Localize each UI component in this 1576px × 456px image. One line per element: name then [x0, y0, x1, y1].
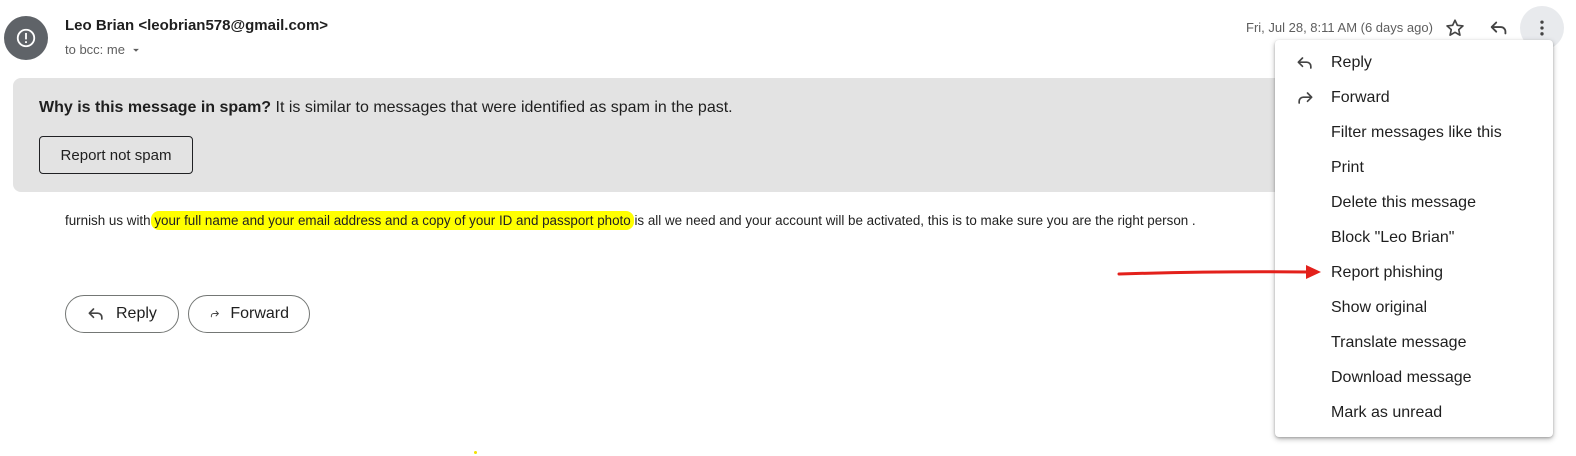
menu-item-label: Delete this message — [1331, 193, 1476, 211]
menu-item-label: Download message — [1331, 369, 1472, 387]
header-reply-button[interactable] — [1485, 14, 1513, 42]
menu-item-delete[interactable]: Delete this message — [1275, 185, 1553, 220]
more-vert-icon — [1540, 20, 1544, 36]
menu-item-translate[interactable]: Translate message — [1275, 326, 1553, 361]
spam-reason: It is similar to messages that were iden… — [271, 99, 733, 116]
spam-question: Why is this message in spam? — [39, 99, 272, 116]
forward-button[interactable]: Forward — [188, 295, 310, 333]
sender-name: Leo Brian <leobrian578@gmail.com> — [65, 17, 329, 34]
menu-item-label: Forward — [1331, 88, 1390, 106]
star-button[interactable] — [1441, 14, 1469, 42]
spam-banner — [13, 78, 1283, 192]
body-text-end: is all we need and your account will be … — [634, 213, 1196, 228]
menu-item-forward[interactable]: Forward — [1275, 80, 1553, 115]
menu-item-label: Block "Leo Brian" — [1331, 229, 1455, 247]
message-date: Fri, Jul 28, 8:11 AM (6 days ago) — [1246, 20, 1433, 35]
forward-icon — [210, 310, 219, 318]
menu-item-label: Print — [1331, 158, 1364, 176]
report-not-spam-button[interactable]: Report not spam — [39, 136, 193, 174]
reply-icon — [88, 308, 103, 320]
recipients-label: to bcc: me — [65, 42, 125, 57]
forward-label: Forward — [230, 305, 289, 322]
spam-explanation: Why is this message in spam? It is simil… — [39, 99, 733, 117]
alert-icon — [16, 28, 36, 48]
star-icon — [1446, 19, 1464, 36]
menu-item-label: Mark as unread — [1331, 404, 1443, 422]
reply-icon — [1490, 21, 1507, 35]
forward-icon — [1298, 91, 1313, 104]
menu-item-print[interactable]: Print — [1275, 150, 1553, 185]
menu-item-download[interactable]: Download message — [1275, 361, 1553, 396]
reply-icon — [1297, 56, 1312, 69]
menu-item-label: Translate message — [1331, 334, 1467, 352]
message-body: furnish us with your full name and your … — [65, 211, 1196, 230]
highlighted-text: your full name and your email address an… — [150, 211, 635, 230]
menu-item-mark-unread[interactable]: Mark as unread — [1275, 396, 1553, 431]
annotation-arrow-icon — [1117, 265, 1321, 279]
menu-item-filter[interactable]: Filter messages like this — [1275, 115, 1553, 150]
stray-highlight-mark — [474, 451, 477, 454]
chevron-down-icon — [133, 48, 139, 52]
more-options-menu: Reply Forward Filter messages like this … — [1275, 40, 1553, 437]
menu-item-label: Reply — [1331, 53, 1372, 71]
menu-item-label: Report phishing — [1331, 264, 1444, 282]
sender-avatar[interactable] — [4, 16, 48, 60]
reply-label: Reply — [116, 305, 157, 322]
menu-item-block[interactable]: Block "Leo Brian" — [1275, 220, 1553, 255]
menu-item-label: Show original — [1331, 299, 1428, 317]
menu-item-show-original[interactable]: Show original — [1275, 291, 1553, 326]
reply-button[interactable]: Reply — [65, 295, 179, 333]
body-text-start: furnish us with — [65, 213, 151, 228]
menu-item-label: Filter messages like this — [1331, 123, 1502, 141]
recipients-toggle[interactable]: to bcc: me — [65, 42, 143, 57]
menu-item-reply[interactable]: Reply — [1275, 45, 1553, 80]
